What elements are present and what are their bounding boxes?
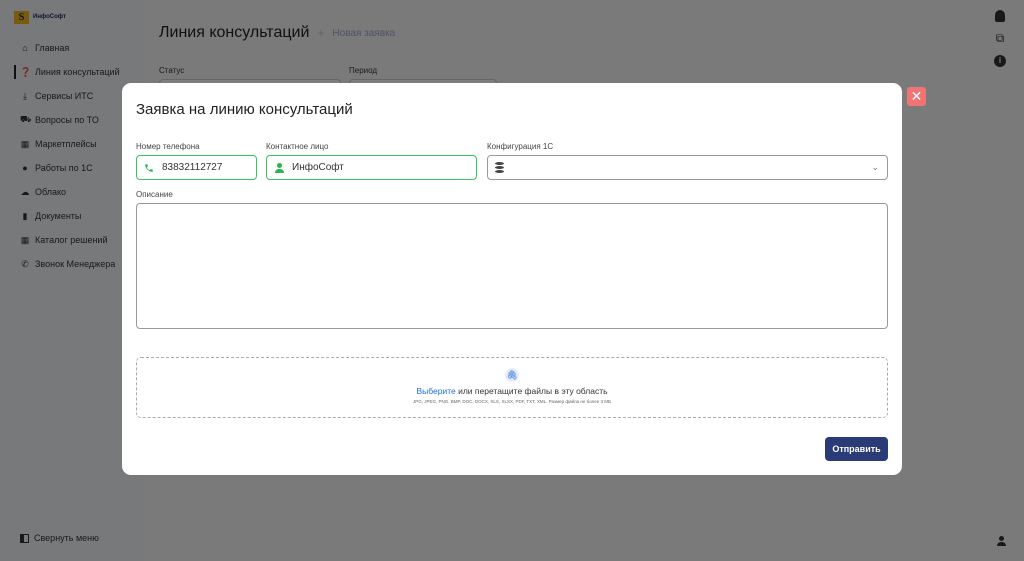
config-label: Конфигурация 1С [487,142,554,151]
description-label: Описание [136,190,173,199]
upload-instructions: Выберите или перетащите файлы в эту обла… [137,386,887,396]
person-icon [274,162,284,173]
phone-value: 83832112727 [162,162,223,173]
contact-label: Контактное лицо [266,142,329,151]
consultation-request-dialog: Заявка на линию консультаций Номер телеф… [122,83,902,475]
dialog-title: Заявка на линию консультаций [136,101,353,118]
upload-text: или перетащите файлы в эту область [455,386,608,396]
config-select[interactable]: ⌄ [487,155,888,180]
phone-label: Номер телефона [136,142,200,151]
database-icon [495,162,504,173]
close-modal-button[interactable]: ✕ [907,87,926,106]
description-textarea[interactable] [136,203,888,329]
chevron-down-icon: ⌄ [871,162,879,172]
contact-value: ИнфоСофт [292,162,344,173]
phone-field[interactable]: 83832112727 [136,155,257,180]
upload-hint: JPG, JPEG, PNG, BMP, DOC, DOCX, XLS, XLS… [413,399,611,404]
submit-button[interactable]: Отправить [825,437,888,461]
paperclip-icon: 🖇 [505,368,519,382]
file-dropzone[interactable]: 🖇 Выберите или перетащите файлы в эту об… [136,357,888,418]
choose-files-link[interactable]: Выберите [416,386,455,396]
phone-icon [145,163,153,172]
contact-field[interactable]: ИнфоСофт [266,155,477,180]
close-icon: ✕ [910,88,923,104]
